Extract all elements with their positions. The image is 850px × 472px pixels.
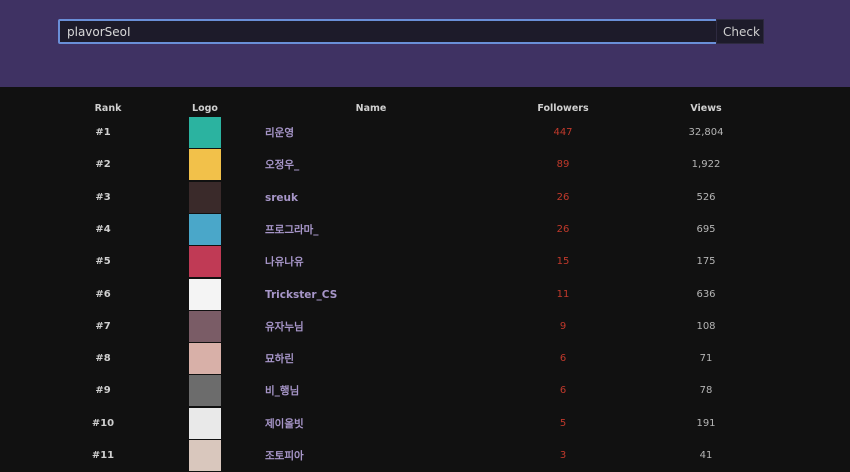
channel-name[interactable]: sreuk	[265, 182, 298, 214]
views-count: 78	[699, 385, 713, 397]
followers-count: 89	[556, 159, 570, 171]
rank-cell: #7	[95, 320, 111, 332]
table-row: #5 나유나유 15 175	[0, 246, 850, 278]
channel-name[interactable]: Trickster_CS	[265, 279, 337, 311]
header-views: Views	[690, 103, 722, 114]
channel-logo[interactable]	[189, 407, 221, 439]
followers-count: 11	[556, 288, 570, 300]
views-count: 108	[696, 320, 716, 332]
channel-name[interactable]: 조토피아	[265, 440, 304, 472]
followers-count: 6	[559, 353, 567, 365]
rank-cell: #6	[95, 288, 111, 300]
table-row: #6 Trickster_CS 11 636	[0, 278, 850, 311]
channel-logo[interactable]	[189, 310, 221, 342]
rank-cell: #5	[95, 256, 111, 268]
table-row: #11 조토피아 3 41	[0, 440, 850, 472]
views-count: 32,804	[688, 127, 724, 138]
views-count: 71	[699, 353, 713, 365]
table-row: #1 리운영 447 32,804	[0, 117, 850, 149]
followers-count: 26	[556, 191, 570, 203]
followers-count: 447	[553, 127, 573, 138]
channel-logo[interactable]	[189, 278, 221, 310]
check-button[interactable]: Check	[716, 19, 764, 44]
channel-logo[interactable]	[189, 181, 221, 213]
header-followers: Followers	[537, 103, 589, 114]
views-count: 191	[696, 417, 716, 429]
channel-logo[interactable]	[189, 246, 221, 278]
views-count: 175	[696, 256, 716, 268]
followers-count: 26	[556, 223, 570, 235]
rank-cell: #1	[95, 127, 111, 138]
rank-cell: #3	[95, 191, 111, 203]
header-rank: Rank	[94, 103, 122, 114]
followers-count: 9	[559, 320, 567, 332]
views-count: 695	[696, 223, 716, 235]
channel-name[interactable]: 묘하린	[265, 343, 294, 375]
channel-name[interactable]: 제이올빗	[265, 408, 304, 440]
rank-cell: #10	[91, 417, 115, 429]
followers-count: 15	[556, 256, 570, 268]
views-count: 636	[696, 288, 716, 300]
views-count: 41	[699, 450, 713, 461]
channel-logo[interactable]	[189, 149, 221, 181]
followers-count: 3	[559, 450, 567, 461]
rank-cell: #8	[95, 353, 111, 365]
table-row: #8 묘하린 6 71	[0, 343, 850, 375]
channel-name[interactable]: 프로그라마_	[265, 214, 319, 246]
rank-cell: #4	[95, 223, 111, 235]
rank-cell: #2	[95, 159, 111, 171]
search-input[interactable]	[58, 19, 722, 44]
channel-name[interactable]: 오정우_	[265, 149, 299, 181]
channel-name[interactable]: 리운영	[265, 117, 294, 149]
table-row: #9 비_행님 6 78	[0, 375, 850, 407]
channel-logo[interactable]	[189, 213, 221, 245]
table-row: #3 sreuk 26 526	[0, 181, 850, 214]
table-row: #2 오정우_ 89 1,922	[0, 149, 850, 181]
views-count: 526	[696, 191, 716, 203]
channel-name[interactable]: 나유나유	[265, 246, 304, 278]
rank-cell: #9	[95, 385, 111, 397]
header-logo: Logo	[192, 103, 218, 114]
header-bar: Check	[0, 0, 850, 87]
table-row: #10 제이올빗 5 191	[0, 407, 850, 440]
table-row: #7 유자누님 9 108	[0, 310, 850, 343]
channel-logo[interactable]	[189, 117, 221, 148]
views-count: 1,922	[691, 159, 721, 171]
followers-count: 6	[559, 385, 567, 397]
followers-count: 5	[559, 417, 567, 429]
header-name: Name	[355, 103, 387, 114]
channel-logo[interactable]	[189, 343, 221, 375]
rank-cell: #11	[91, 450, 115, 461]
channel-name[interactable]: 유자누님	[265, 311, 304, 343]
channel-logo[interactable]	[189, 440, 221, 471]
channel-logo[interactable]	[189, 375, 221, 407]
channel-name[interactable]: 비_행님	[265, 375, 299, 407]
table-row: #4 프로그라마_ 26 695	[0, 213, 850, 246]
